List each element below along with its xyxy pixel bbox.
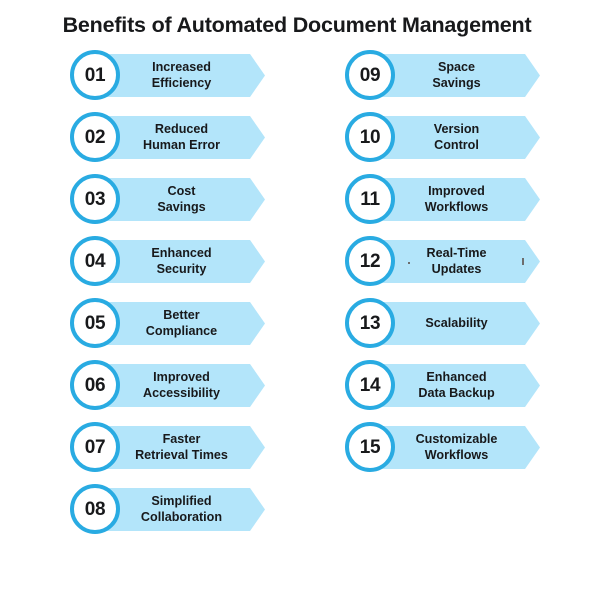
benefit-item[interactable]: Better Compliance 05 xyxy=(70,298,265,348)
benefit-number-badge: 13 xyxy=(345,298,395,348)
benefit-number-badge: 06 xyxy=(70,360,120,410)
benefit-banner-chevron xyxy=(95,488,265,531)
benefit-number-text: 04 xyxy=(84,250,106,272)
benefit-number-badge: 10 xyxy=(345,112,395,162)
benefit-item[interactable]: Scalability 13 xyxy=(345,298,540,348)
benefit-number-text: 13 xyxy=(359,312,381,334)
benefit-number-text: 11 xyxy=(360,188,380,210)
benefit-number-text: 08 xyxy=(84,498,106,520)
benefits-column-left: Increased Efficiency 01 Reduced Human Error 0… xyxy=(70,50,265,546)
benefit-number-badge: 07 xyxy=(70,422,120,472)
benefit-number-text: 07 xyxy=(84,436,106,458)
benefit-number-badge: 15 xyxy=(345,422,395,472)
benefit-banner-chevron xyxy=(95,116,265,159)
benefit-item[interactable]: Increased Efficiency 01 xyxy=(70,50,265,100)
benefit-number-text: 15 xyxy=(359,436,381,458)
scan-speck xyxy=(522,258,524,265)
benefit-number-badge: 05 xyxy=(70,298,120,348)
benefit-item[interactable]: Faster Retrieval Times 07 xyxy=(70,422,265,472)
benefit-number-text: 01 xyxy=(84,64,106,86)
benefit-banner-chevron xyxy=(370,54,540,97)
benefit-number-badge: 09 xyxy=(345,50,395,100)
benefit-banner-chevron xyxy=(95,240,265,283)
benefit-item[interactable]: Improved Accessibility 06 xyxy=(70,360,265,410)
benefit-number-text: 10 xyxy=(359,126,381,148)
benefit-number-text: 06 xyxy=(84,374,106,396)
page-title: Benefits of Automated Document Managemen… xyxy=(62,13,532,37)
benefit-item[interactable]: Space Savings 09 xyxy=(345,50,540,100)
benefit-banner-chevron xyxy=(370,364,540,407)
benefit-number-badge: 12 xyxy=(345,236,395,286)
scan-speck xyxy=(408,262,410,264)
benefit-banner-chevron xyxy=(95,364,265,407)
benefit-item[interactable]: Simplified Collaboration 08 xyxy=(70,484,265,534)
benefit-banner-chevron xyxy=(95,54,265,97)
benefit-number-badge: 04 xyxy=(70,236,120,286)
benefit-number-badge: 14 xyxy=(345,360,395,410)
benefit-number-text: 09 xyxy=(359,64,381,86)
benefit-number-badge: 01 xyxy=(70,50,120,100)
benefit-banner-chevron xyxy=(370,302,540,345)
benefit-number-text: 03 xyxy=(84,188,106,210)
benefit-banner-chevron xyxy=(370,116,540,159)
benefit-banner-chevron xyxy=(370,240,540,283)
benefits-column-right: Space Savings 09 Version Control 10 Improved Wo… xyxy=(345,50,540,484)
benefit-banner-chevron xyxy=(95,178,265,221)
benefit-item[interactable]: Reduced Human Error 02 xyxy=(70,112,265,162)
benefit-number-badge: 11 xyxy=(345,174,395,224)
benefit-banner-chevron xyxy=(95,302,265,345)
benefit-number-text: 12 xyxy=(359,250,381,272)
benefit-banner-chevron xyxy=(370,178,540,221)
benefit-banner-chevron xyxy=(95,426,265,469)
benefit-number-text: 05 xyxy=(84,312,106,334)
benefit-number-badge: 03 xyxy=(70,174,120,224)
benefit-number-badge: 08 xyxy=(70,484,120,534)
benefit-item[interactable]: Enhanced Data Backup 14 xyxy=(345,360,540,410)
benefit-banner-chevron xyxy=(370,426,540,469)
benefit-item[interactable]: Enhanced Security 04 xyxy=(70,236,265,286)
benefit-item[interactable]: Improved Workflows 11 xyxy=(345,174,540,224)
benefit-item[interactable]: Version Control 10 xyxy=(345,112,540,162)
benefit-item[interactable]: Cost Savings 03 xyxy=(70,174,265,224)
infographic-root: Benefits of Automated Document Managemen… xyxy=(0,0,594,594)
benefit-number-text: 14 xyxy=(359,374,381,396)
benefit-number-badge: 02 xyxy=(70,112,120,162)
benefit-number-text: 02 xyxy=(84,126,106,148)
benefit-item[interactable]: Customizable Workflows 15 xyxy=(345,422,540,472)
benefit-item[interactable]: Real-Time Updates 12 xyxy=(345,236,540,286)
